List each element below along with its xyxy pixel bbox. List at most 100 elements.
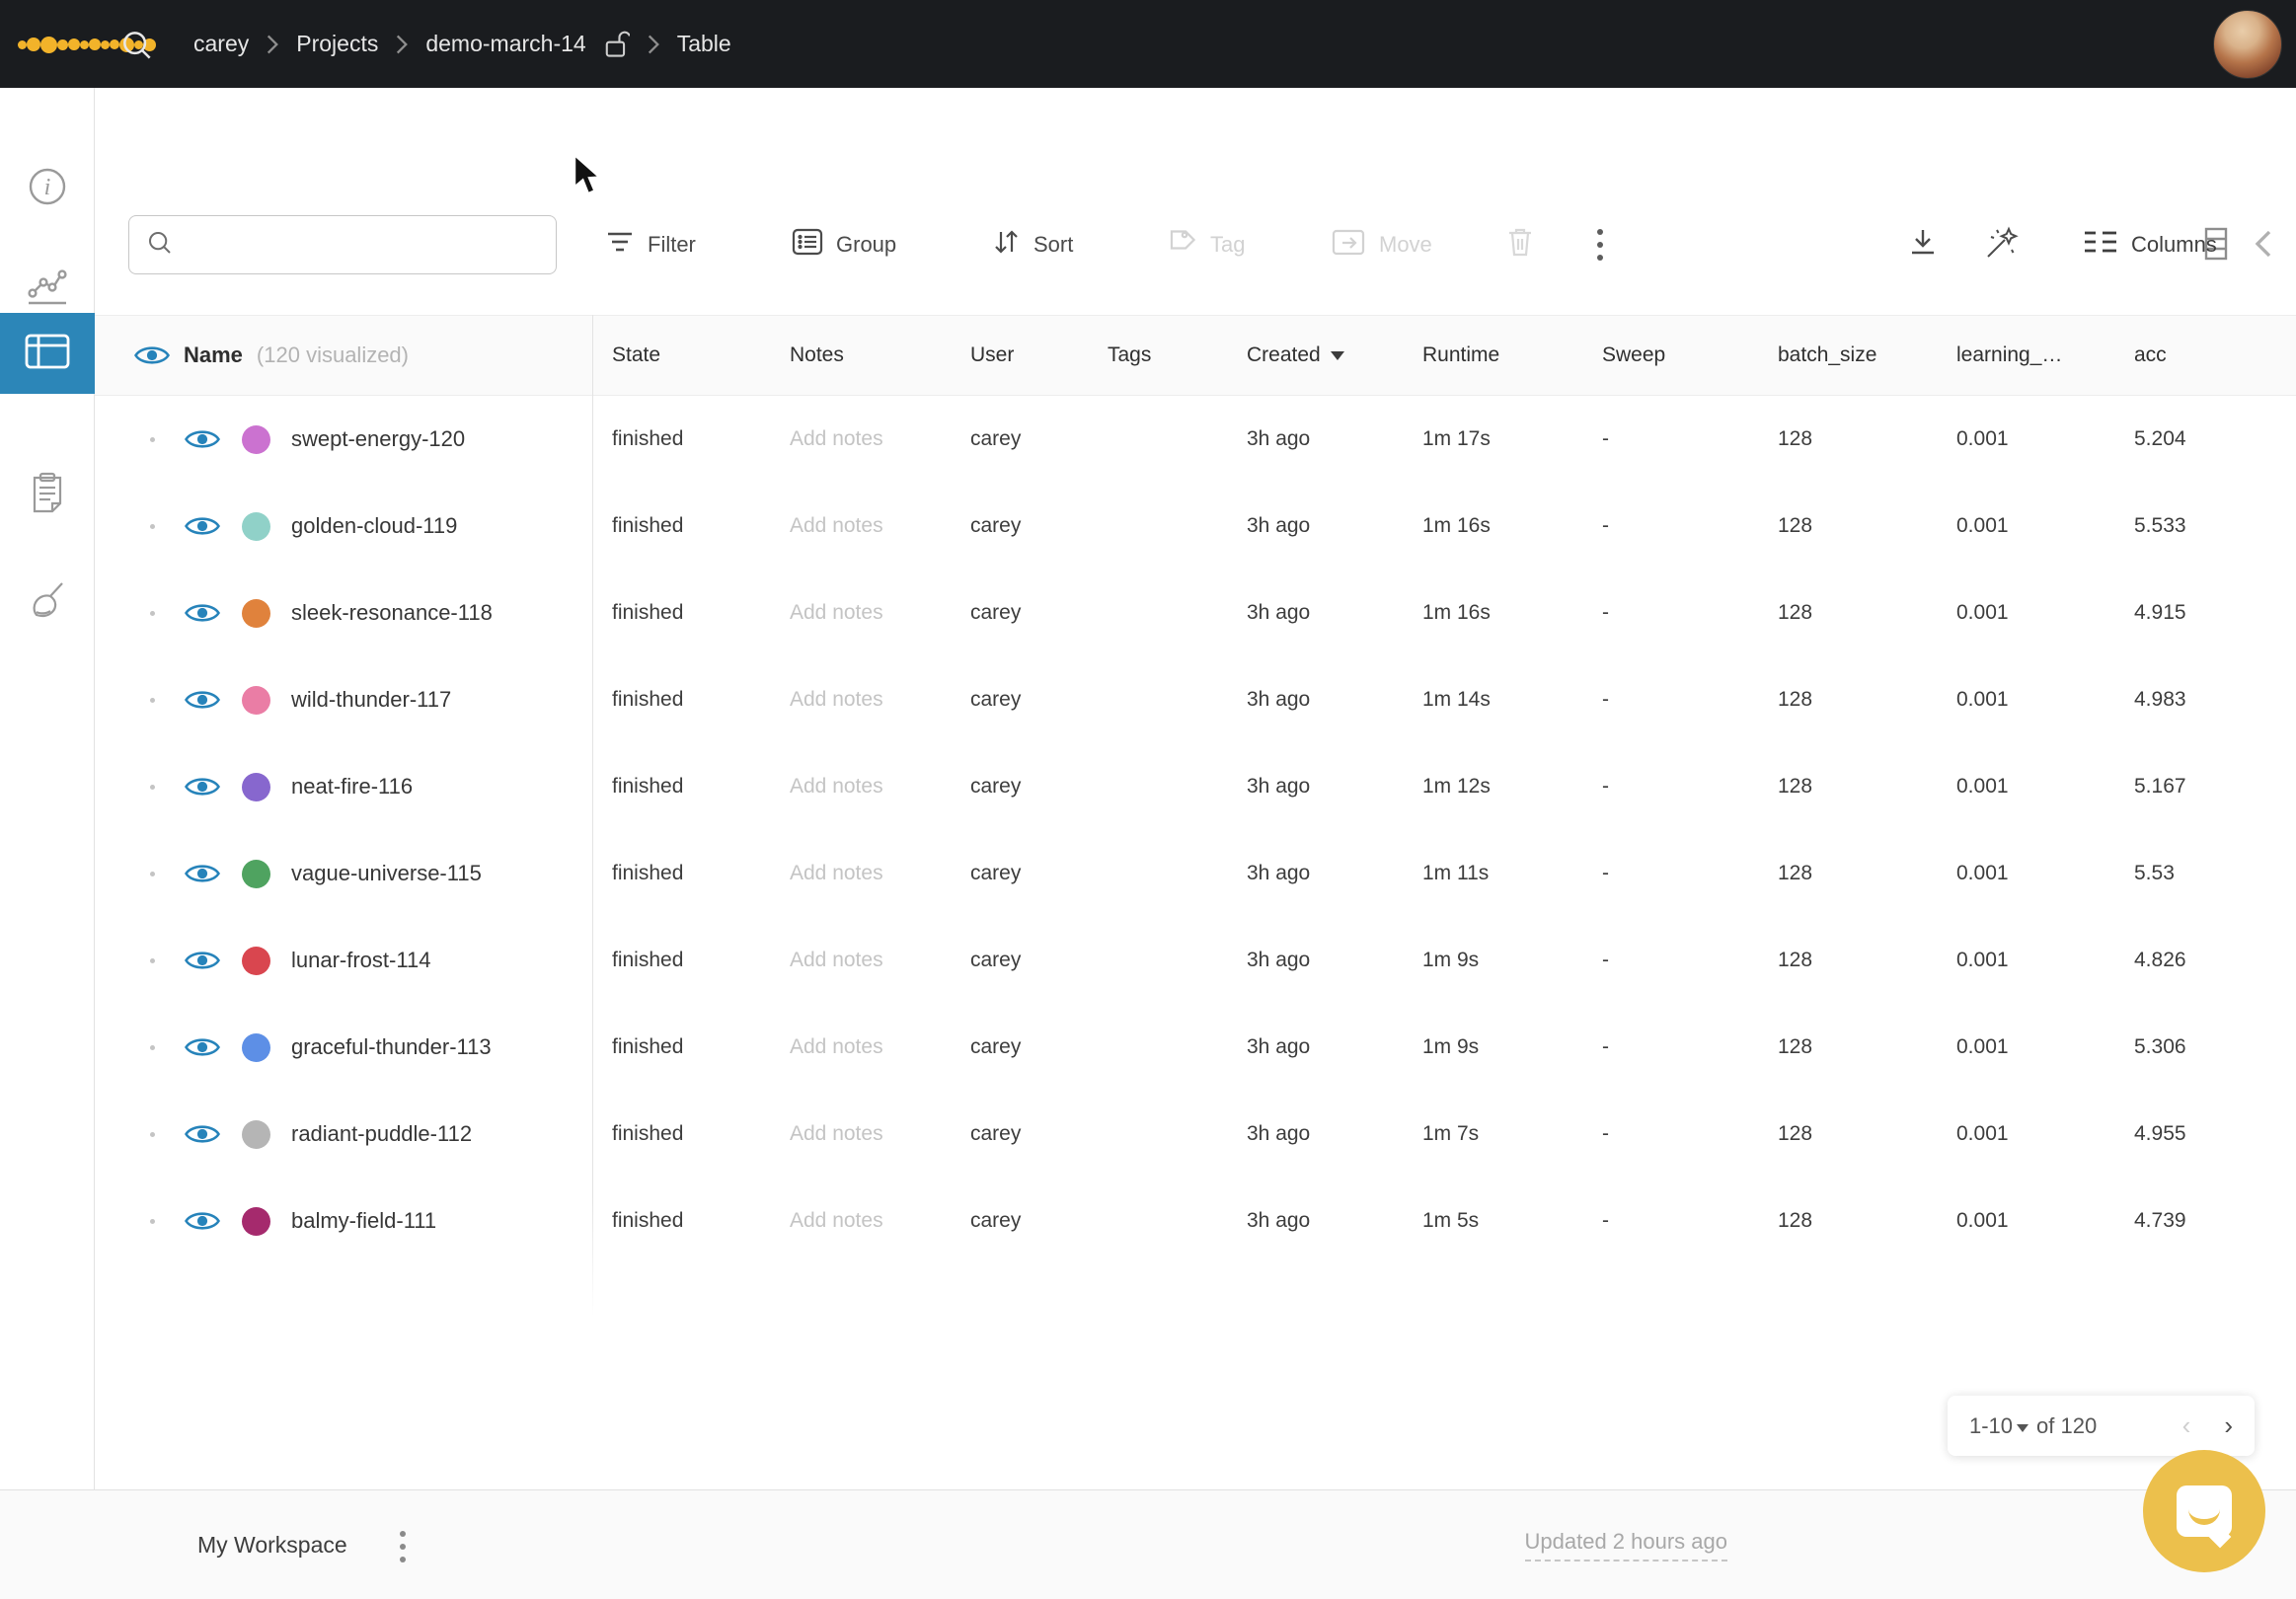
header-notes[interactable]: Notes: [770, 343, 951, 367]
kebab-menu-icon: [400, 1531, 406, 1562]
table-row[interactable]: sleek-resonance-118 finished Add notes c…: [95, 570, 2296, 656]
table-row[interactable]: vague-universe-115 finished Add notes ca…: [95, 830, 2296, 917]
run-name-link[interactable]: neat-fire-116: [291, 774, 413, 800]
run-notes-field[interactable]: Add notes: [770, 601, 951, 625]
search-icon[interactable]: [118, 27, 156, 69]
eye-icon[interactable]: [185, 686, 220, 714]
run-notes-field[interactable]: Add notes: [770, 775, 951, 799]
sort-button[interactable]: Sort: [991, 215, 1073, 274]
svg-text:i: i: [44, 175, 51, 200]
search-input[interactable]: [187, 233, 556, 257]
run-name-link[interactable]: balmy-field-111: [291, 1208, 436, 1234]
eye-icon[interactable]: [185, 1207, 220, 1235]
eye-icon[interactable]: [185, 947, 220, 974]
run-name-link[interactable]: vague-universe-115: [291, 861, 482, 886]
run-batch-size: 128: [1758, 688, 1937, 712]
run-notes-field[interactable]: Add notes: [770, 688, 951, 712]
eye-icon[interactable]: [185, 425, 220, 453]
table-row[interactable]: lunar-frost-114 finished Add notes carey…: [95, 917, 2296, 1004]
run-runtime: 1m 16s: [1403, 514, 1582, 538]
sidebar-item-sweeps[interactable]: [0, 563, 95, 644]
eye-icon[interactable]: [185, 773, 220, 800]
breadcrumb-project[interactable]: demo-march-14: [425, 31, 585, 57]
run-name-link[interactable]: lunar-frost-114: [291, 948, 430, 973]
eye-icon[interactable]: [185, 1120, 220, 1148]
run-notes-field[interactable]: Add notes: [770, 1035, 951, 1059]
run-color-dot: [242, 599, 270, 628]
run-notes-field[interactable]: Add notes: [770, 1209, 951, 1233]
run-sweep: -: [1582, 862, 1758, 885]
run-runtime: 1m 5s: [1403, 1209, 1582, 1233]
delete-button[interactable]: [1504, 215, 1536, 274]
run-notes-field[interactable]: Add notes: [770, 427, 951, 451]
eye-icon[interactable]: [134, 342, 170, 369]
more-actions-button[interactable]: [1597, 215, 1603, 274]
columns-button[interactable]: Columns: [2083, 215, 2217, 274]
prev-page-button[interactable]: ‹: [2182, 1410, 2191, 1441]
table-row[interactable]: balmy-field-111 finished Add notes carey…: [95, 1178, 2296, 1264]
table-row[interactable]: golden-cloud-119 finished Add notes care…: [95, 483, 2296, 570]
wandb-logo-icon[interactable]: [18, 13, 83, 76]
page-range-select[interactable]: 1-10: [1969, 1413, 2013, 1439]
run-user: carey: [951, 862, 1088, 885]
table-row[interactable]: swept-energy-120 finished Add notes care…: [95, 396, 2296, 483]
run-state: finished: [592, 949, 770, 972]
filter-button[interactable]: Filter: [605, 215, 696, 274]
move-button[interactable]: Move: [1331, 215, 1432, 274]
sidebar-item-overview[interactable]: i: [0, 148, 95, 229]
row-handle-icon: [150, 1132, 155, 1137]
chat-widget-button[interactable]: [2143, 1450, 2265, 1572]
header-runtime[interactable]: Runtime: [1403, 343, 1582, 367]
export-csv-button[interactable]: [1906, 215, 1940, 274]
sort-caret-icon: [1331, 351, 1344, 360]
group-button[interactable]: Group: [792, 215, 896, 274]
run-user: carey: [951, 1209, 1088, 1233]
eye-icon[interactable]: [185, 1033, 220, 1061]
header-name[interactable]: Name (120 visualized): [95, 342, 592, 369]
avatar[interactable]: [2213, 10, 2282, 79]
run-name-link[interactable]: sleek-resonance-118: [291, 600, 493, 626]
eye-icon[interactable]: [185, 512, 220, 540]
header-learning-rate[interactable]: learning_…: [1937, 343, 2114, 367]
run-notes-field[interactable]: Add notes: [770, 862, 951, 885]
table-row[interactable]: graceful-thunder-113 finished Add notes …: [95, 1004, 2296, 1091]
run-notes-field[interactable]: Add notes: [770, 514, 951, 538]
breadcrumb-page[interactable]: Table: [677, 31, 731, 57]
breadcrumb-projects[interactable]: Projects: [296, 31, 378, 57]
workspace-menu-button[interactable]: [400, 1524, 406, 1562]
run-learning-rate: 0.001: [1937, 775, 2114, 799]
run-learning-rate: 0.001: [1937, 1209, 2114, 1233]
run-runtime: 1m 16s: [1403, 601, 1582, 625]
run-notes-field[interactable]: Add notes: [770, 1122, 951, 1146]
sidebar-item-logs[interactable]: [0, 455, 95, 536]
header-acc[interactable]: acc: [2114, 343, 2296, 367]
run-name-link[interactable]: wild-thunder-117: [291, 687, 451, 713]
header-sweep[interactable]: Sweep: [1582, 343, 1758, 367]
sidebar-item-table[interactable]: [0, 313, 95, 394]
eye-icon[interactable]: [185, 860, 220, 887]
run-name-link[interactable]: swept-energy-120: [291, 426, 465, 452]
header-created[interactable]: Created: [1227, 343, 1403, 367]
table-row[interactable]: radiant-puddle-112 finished Add notes ca…: [95, 1091, 2296, 1178]
header-user[interactable]: User: [951, 343, 1088, 367]
eye-icon[interactable]: [185, 599, 220, 627]
run-notes-field[interactable]: Add notes: [770, 949, 951, 972]
header-state[interactable]: State: [592, 343, 770, 367]
page-total: of 120: [2036, 1413, 2097, 1439]
magic-wand-button[interactable]: [1982, 215, 2022, 274]
run-created: 3h ago: [1227, 601, 1403, 625]
header-batch-size[interactable]: batch_size: [1758, 343, 1937, 367]
tag-button[interactable]: Tag: [1164, 215, 1245, 274]
next-page-button[interactable]: ›: [2224, 1410, 2233, 1441]
table-row[interactable]: neat-fire-116 finished Add notes carey 3…: [95, 743, 2296, 830]
table-row[interactable]: wild-thunder-117 finished Add notes care…: [95, 656, 2296, 743]
run-name-link[interactable]: graceful-thunder-113: [291, 1034, 492, 1060]
header-tags[interactable]: Tags: [1088, 343, 1227, 367]
run-name-link[interactable]: radiant-puddle-112: [291, 1121, 472, 1147]
run-created: 3h ago: [1227, 1209, 1403, 1233]
run-state: finished: [592, 775, 770, 799]
run-name-link[interactable]: golden-cloud-119: [291, 513, 457, 539]
breadcrumb-user[interactable]: carey: [193, 31, 249, 57]
workspace-title[interactable]: My Workspace: [197, 1490, 347, 1599]
collapse-chevron-icon[interactable]: [2255, 229, 2272, 264]
